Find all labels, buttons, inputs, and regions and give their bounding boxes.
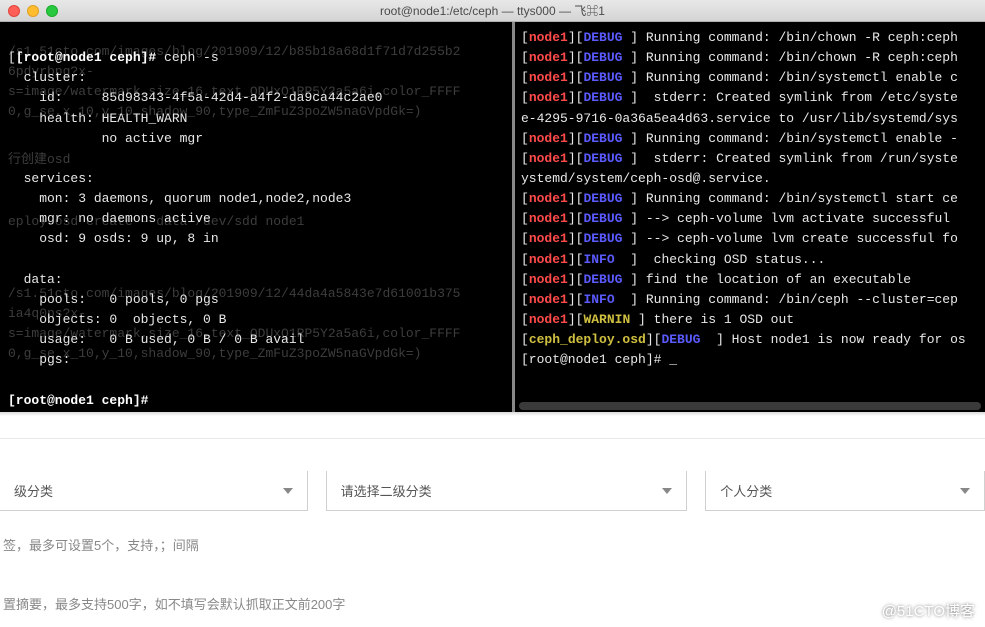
window-titlebar: root@node1:/etc/ceph — ttys000 — 飞⌘1 — [0, 0, 985, 22]
output-line: usage: 0 B used, 0 B / 0 B avail — [8, 332, 304, 347]
shell-prompt: [root@node1 ceph]# — [16, 50, 164, 65]
output-line — [8, 252, 16, 267]
chevron-down-icon — [662, 488, 672, 494]
output-line: pgs: — [8, 352, 109, 367]
tags-hint: 签，最多可设置5个，支持，；间隔 — [0, 511, 985, 554]
output-line: mgr: no daemons active — [8, 211, 211, 226]
dropdown-primary-category[interactable]: 级分类 — [0, 471, 308, 511]
output-line: id: 85d98343-4f5a-42d4-a4f2-da9ca44c2ae0 — [8, 90, 382, 105]
terminal-split: /s1.51cto.com/images/blog/201909/12/b85b… — [0, 22, 985, 412]
output-line: mon: 3 daemons, quorum node1,node2,node3 — [8, 191, 351, 206]
output-line: pools: 0 pools, 0 pgs — [8, 292, 219, 307]
category-row: 级分类 请选择二级分类 个人分类 — [0, 438, 985, 511]
terminal-left-output: [[root@node1 ceph]# ceph -s cluster: id:… — [8, 28, 504, 412]
output-line: data: — [8, 272, 63, 287]
output-line: no active mgr — [8, 131, 203, 146]
dropdown-label: 级分类 — [14, 481, 53, 500]
shell-prompt: [root@node1 ceph]# — [8, 393, 156, 408]
dropdown-label: 个人分类 — [720, 481, 772, 500]
summary-hint: 置摘要，最多支持500字，如不填写会默认抓取正文前200字 — [0, 554, 985, 613]
dropdown-label: 请选择二级分类 — [341, 481, 432, 500]
output-line: services: — [8, 171, 94, 186]
terminal-right-pane[interactable]: [node1][DEBUG ] Running command: /bin/ch… — [512, 22, 985, 412]
output-line: objects: 0 objects, 0 B — [8, 312, 226, 327]
shell-command: ceph -s — [164, 50, 219, 65]
scrollbar-horizontal[interactable] — [519, 402, 981, 410]
terminal-left-pane[interactable]: /s1.51cto.com/images/blog/201909/12/b85b… — [0, 22, 512, 412]
chevron-down-icon — [960, 488, 970, 494]
chevron-down-icon — [283, 488, 293, 494]
dropdown-personal-category[interactable]: 个人分类 — [705, 471, 985, 511]
dropdown-secondary-category[interactable]: 请选择二级分类 — [326, 471, 688, 511]
output-line: health: HEALTH_WARN — [8, 111, 187, 126]
traffic-lights — [8, 5, 58, 17]
maximize-icon[interactable] — [46, 5, 58, 17]
output-line: osd: 9 osds: 9 up, 8 in — [8, 231, 219, 246]
output-line — [8, 151, 16, 166]
panel-shadow — [0, 412, 985, 416]
minimize-icon[interactable] — [27, 5, 39, 17]
watermark: @51CTO博客 — [882, 600, 975, 621]
terminal-right-output: [node1][DEBUG ] Running command: /bin/ch… — [521, 28, 985, 370]
output-line: cluster: — [8, 70, 86, 85]
close-icon[interactable] — [8, 5, 20, 17]
editor-panel: 级分类 请选择二级分类 个人分类 签，最多可设置5个，支持，；间隔 置摘要，最多… — [0, 412, 985, 627]
output-line — [8, 372, 16, 387]
window-title: root@node1:/etc/ceph — ttys000 — 飞⌘1 — [0, 2, 985, 19]
